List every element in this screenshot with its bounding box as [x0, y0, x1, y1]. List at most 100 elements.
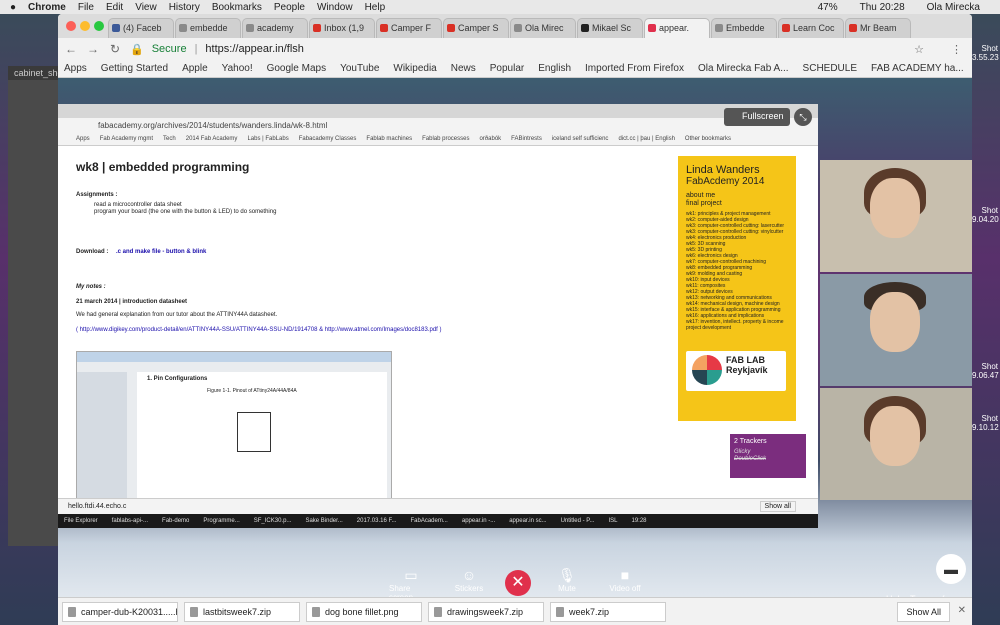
url-input[interactable]: https://appear.in/flsh [205, 43, 303, 55]
assignment-item: program your board (the one with the but… [94, 209, 277, 215]
trackers-popup[interactable]: 2 Trackers Glicky DoubleClick [730, 434, 806, 478]
bookmark-item[interactable]: FAB ACADEMY ha... [871, 63, 964, 74]
download-link[interactable]: .c and make file - button & blink [116, 249, 206, 255]
download-item[interactable]: camper-dub-K20031.....html [62, 601, 178, 622]
forward-icon[interactable]: → [86, 42, 100, 56]
bookmark-item[interactable]: Apple [182, 63, 208, 74]
tracker-item: Glicky [734, 449, 751, 455]
fablab-logo-text: FAB LAB Reykjavík [726, 355, 768, 375]
close-icon[interactable]: ✕ [958, 605, 966, 616]
menu-edit[interactable]: Edit [106, 2, 123, 13]
user-name[interactable]: Ola Mirecka [927, 2, 980, 13]
taskbar-item: Untitled - P... [560, 518, 595, 524]
show-all-downloads-button[interactable]: Show All [897, 602, 950, 622]
desktop-file-label[interactable]: Shot 9.04.20 [972, 206, 999, 224]
bookmark-item[interactable]: SCHEDULE [803, 63, 857, 74]
shared-bookmark-item: Fabacademy Classes [298, 136, 357, 142]
browser-tab[interactable]: appear. [644, 18, 710, 38]
menu-icon[interactable]: ⋮ [951, 43, 962, 56]
assignments-heading: Assignments : [76, 192, 118, 198]
bookmark-item[interactable]: English [538, 63, 571, 74]
menu-bookmarks[interactable]: Bookmarks [212, 2, 262, 13]
taskbar-item: ISL [608, 518, 618, 524]
bookmark-item[interactable]: Yahoo! [222, 63, 253, 74]
taskbar-item: FabAcadem... [410, 518, 448, 524]
browser-tab[interactable]: Mr Beam [845, 18, 911, 38]
week-link[interactable]: project development [686, 325, 788, 331]
browser-tab[interactable]: (4) Faceb [108, 18, 174, 38]
minimize-window-button[interactable] [80, 21, 90, 31]
bookmark-item[interactable]: Google Maps [267, 63, 326, 74]
hangup-button[interactable]: ✕ [505, 570, 531, 596]
fullscreen-button[interactable]: Fullscreen [724, 108, 790, 126]
mute-label: Mute [558, 584, 576, 593]
download-item[interactable]: lastbitsweek7.zip [184, 601, 300, 622]
tab-label: (4) Faceb [123, 23, 162, 33]
browser-tab[interactable]: Embedde [711, 18, 777, 38]
shared-bookmarks-bar: Apps Fab Academy mgmt Tech 2014 Fab Academy… [58, 134, 818, 146]
taskbar-item: fablabs-api-... [111, 518, 149, 524]
menu-file[interactable]: File [78, 2, 94, 13]
menu-chrome[interactable]: Chrome [28, 2, 66, 13]
smiley-icon: ☺ [461, 567, 477, 583]
menu-window[interactable]: Window [317, 2, 353, 13]
zoom-window-button[interactable] [94, 21, 104, 31]
shared-tab-strip [58, 104, 818, 118]
fullscreen-label: Fullscreen [742, 111, 784, 121]
tab-favicon-icon [782, 24, 790, 32]
chrome-window: (4) Faceb embedde academy Inbox (1,9 Camper … [58, 14, 972, 625]
browser-tab[interactable]: Learn Coc [778, 18, 844, 38]
bookmark-item[interactable]: Getting Started [101, 63, 168, 74]
menu-history[interactable]: History [169, 2, 200, 13]
back-icon[interactable]: ← [64, 42, 78, 56]
tab-strip: (4) Faceb embedde academy Inbox (1,9 Camper … [58, 14, 972, 38]
participant-face [870, 292, 920, 352]
bookmark-item[interactable]: Apps [64, 63, 87, 74]
browser-tab[interactable]: embedde [175, 18, 241, 38]
bookmark-item[interactable]: Ola Mirecka Fab A... [698, 63, 789, 74]
participant-video[interactable] [820, 160, 972, 272]
sidebar-about-link[interactable]: about me [686, 192, 788, 199]
browser-tab[interactable]: Ola Mirec [510, 18, 576, 38]
video-off-label: Video off [609, 584, 641, 593]
bookmark-item[interactable]: Popular [490, 63, 524, 74]
shared-bookmark-item: Fablab processes [422, 136, 470, 142]
shared-bookmark-item: Other bookmarks [684, 136, 731, 142]
browser-tab[interactable]: Camper S [443, 18, 509, 38]
desktop-file-label[interactable]: Shot 9.06.47 [972, 362, 999, 380]
menu-view[interactable]: View [135, 2, 157, 13]
browser-tab[interactable]: Camper F [376, 18, 442, 38]
download-item[interactable]: drawingsweek7.zip [428, 601, 544, 622]
download-item[interactable]: week7.zip [550, 601, 666, 622]
menu-people[interactable]: People [274, 2, 305, 13]
star-icon[interactable]: ☆ [914, 43, 924, 56]
apple-menu-icon[interactable]: ● [10, 2, 16, 13]
reload-icon[interactable]: ↻ [108, 42, 122, 56]
download-item[interactable]: dog bone fillet.png [306, 601, 422, 622]
browser-tab[interactable]: Inbox (1,9 [309, 18, 375, 38]
browser-tab[interactable]: academy [242, 18, 308, 38]
desktop-file-label[interactable]: Shot 3.55.23 [972, 44, 999, 62]
datasheet-links[interactable]: ( http://www.digikey.com/product-detail/… [76, 327, 441, 333]
download-filename: dog bone fillet.png [325, 606, 399, 617]
close-window-button[interactable] [66, 21, 76, 31]
participant-video[interactable] [820, 274, 972, 386]
battery-percent[interactable]: 47% [818, 2, 838, 13]
bookmark-item[interactable]: YouTube [340, 63, 379, 74]
bookmark-item[interactable]: News [451, 63, 476, 74]
desktop-file-label[interactable]: Shot 9.10.12 [972, 414, 999, 432]
sidebar-final-link[interactable]: final project [686, 200, 788, 207]
shared-url-bar: fabacademy.org/archives/2014/students/wa… [58, 118, 818, 134]
bookmark-item[interactable]: Wikipedia [393, 63, 436, 74]
browser-tab[interactable]: Mikael Sc [577, 18, 643, 38]
tab-label: academy [257, 23, 294, 33]
minimize-share-icon[interactable]: ⤡ [794, 108, 812, 126]
clock[interactable]: Thu 20:28 [860, 2, 905, 13]
menu-help[interactable]: Help [365, 2, 386, 13]
downloads-shelf: camper-dub-K20031.....html lastbitsweek7.… [58, 597, 972, 625]
shared-webpage: wk8 | embedded programming Assignments :… [58, 146, 818, 502]
chat-icon[interactable]: ▬ [936, 554, 966, 584]
bookmark-item[interactable]: Imported From Firefox [585, 63, 684, 74]
participant-video[interactable] [820, 388, 972, 500]
shared-screen: fabacademy.org/archives/2014/students/wa… [58, 104, 818, 514]
